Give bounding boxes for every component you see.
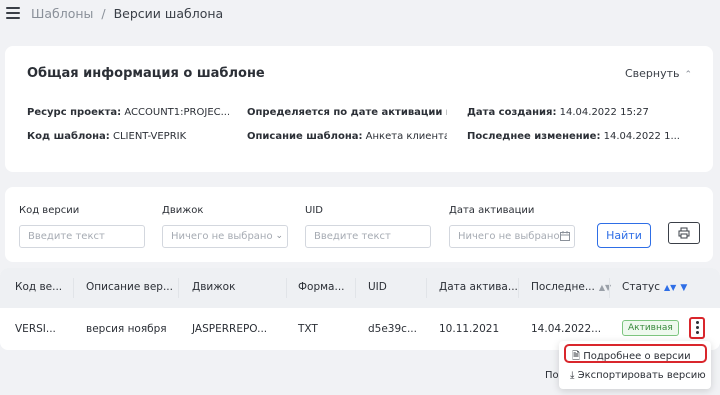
engine-select[interactable]: Ничего не выбрано ⌄ [162,225,288,248]
filter-panel: Код версии Введите текст Движок Ничего н… [5,187,713,262]
breadcrumb-current: Версии шаблона [113,6,224,21]
field-last-modified: Последнее изменение: 14.04.2022 1... [467,131,707,142]
version-code-label: Код версии [19,205,80,216]
field-project-resource: Ресурс проекта: ACCOUNT1:PROJEC... [27,107,229,118]
column-divider [609,278,610,298]
row-actions-kebab-icon[interactable] [689,317,705,339]
field-label: Код шаблона: [27,131,110,142]
field-value: Анкета клиента [365,131,447,142]
info-card-title: Общая информация о шаблоне [27,66,265,81]
table-cell-last-modified: 14.04.2022... [531,323,602,335]
menu-item-label: Экспортировать версию [577,370,706,381]
activation-date-label: Дата активации [449,205,535,216]
collapse-label: Свернуть [625,67,680,80]
chevron-down-icon: ⌄ [275,231,283,241]
status-badge: Активная [622,320,679,336]
column-header-activation-date[interactable]: Дата актива... [439,281,518,293]
menu-item-version-details[interactable]: 🗎 Подробнее о версии [564,344,707,363]
hamburger-menu-icon[interactable] [6,7,20,19]
row-actions-menu: 🗎 Подробнее о версии ⤓ Экспортировать ве… [559,341,711,389]
engine-select-value: Ничего не выбрано [171,231,273,242]
column-header-format[interactable]: Форма... [298,281,345,293]
breadcrumb-separator: / [101,6,106,21]
printer-icon [678,227,690,239]
column-divider [355,278,356,298]
print-button[interactable] [668,222,700,244]
filter-icon[interactable]: ▼ [680,283,687,293]
table-cell-description: версия ноября [86,323,167,335]
column-header-label: Статус [622,281,660,293]
menu-item-export-version[interactable]: ⤓ Экспортировать версию [564,367,707,386]
field-label: Определяется по дате активации вер... [247,107,447,118]
breadcrumb-parent[interactable]: Шаблоны [31,6,93,21]
column-divider [426,278,427,298]
field-label: Дата создания: [467,107,557,118]
column-header-status[interactable]: Статус ▲▼ ▼ [622,281,687,293]
table-cell-engine: JASPERREPO... [192,323,268,335]
column-header-last-modified[interactable]: Последне... ▲▼ [531,281,611,293]
field-template-description: Описание шаблона: Анкета клиента [247,131,447,142]
top-bar: Шаблоны / Версии шаблона [0,0,720,30]
document-icon: 🗎 [572,351,581,362]
pagination-label: По [545,370,559,381]
column-divider [518,278,519,298]
table-cell-uid: d5e39c... [368,323,417,335]
template-info-card: Общая информация о шаблоне Свернуть ⌃ Рес… [5,46,713,172]
activation-date-picker[interactable]: Ничего не выбрано [449,225,575,248]
uid-label: UID [305,205,323,216]
column-header-engine[interactable]: Движок [192,281,235,293]
column-header-label: Последне... [531,281,595,293]
breadcrumb: Шаблоны / Версии шаблона [31,6,223,21]
field-label: Описание шаблона: [247,131,363,142]
find-button[interactable]: Найти [597,223,651,248]
field-template-code: Код шаблона: CLIENT-VEPRIK [27,131,229,142]
uid-input[interactable]: Введите текст [305,225,431,248]
field-label: Последнее изменение: [467,131,601,142]
menu-item-label: Подробнее о версии [583,351,691,362]
version-code-input[interactable]: Введите текст [19,225,145,248]
field-value: 14.04.2022 1... [603,131,680,142]
download-icon: ⤓ [570,370,575,381]
engine-label: Движок [162,205,204,216]
column-divider [73,278,74,298]
column-divider [178,278,179,298]
calendar-icon [560,231,570,241]
column-header-uid[interactable]: UID [368,281,387,293]
field-created: Дата создания: 14.04.2022 15:27 [467,107,707,118]
column-header-code[interactable]: Код ве... [15,281,62,293]
table-cell-format: TXT [298,323,318,335]
field-value: 14.04.2022 15:27 [559,107,649,118]
collapse-button[interactable]: Свернуть ⌃ [625,67,692,80]
activation-date-value: Ничего не выбрано [458,231,560,242]
field-activation-rule: Определяется по дате активации вер... [247,107,447,118]
field-label: Ресурс проекта: [27,107,122,118]
sort-icon[interactable]: ▲▼ [664,283,676,292]
field-value: CLIENT-VEPRIK [113,131,187,142]
field-value: ACCOUNT1:PROJEC... [124,107,229,118]
table-cell-activation-date: 10.11.2021 [439,323,500,335]
chevron-up-icon: ⌃ [684,70,693,80]
versions-table: Код ве... Описание вер... Движок Форма..… [0,268,720,350]
column-divider [286,278,287,298]
table-cell-code: VERSI... [15,323,56,335]
column-header-description[interactable]: Описание вер... [86,281,173,293]
